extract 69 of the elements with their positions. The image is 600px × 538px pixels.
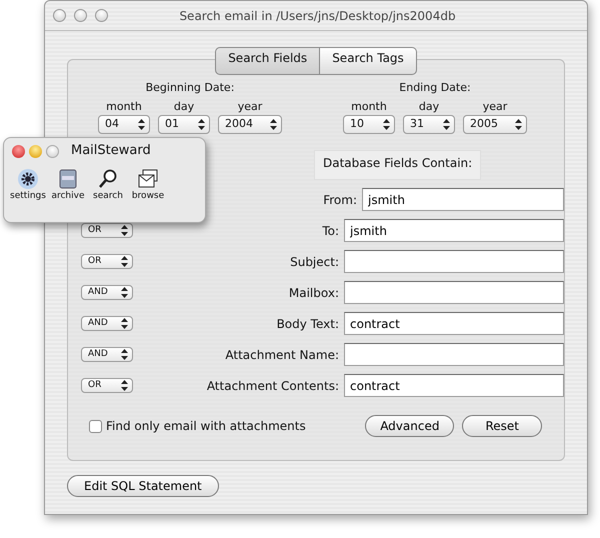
date-part-label: month (106, 98, 142, 114)
stepper-arrows-icon (270, 119, 277, 130)
window-control-button[interactable] (74, 9, 87, 22)
stepper-arrows-icon (121, 380, 128, 391)
date-group-label: Beginning Date: (146, 80, 234, 96)
operator-popup[interactable]: OR (81, 254, 133, 269)
tab[interactable]: Search Tags (320, 47, 417, 75)
close-button[interactable] (12, 144, 25, 158)
text-field[interactable]: contract (344, 312, 564, 335)
stepper[interactable]: 01 (158, 115, 210, 134)
text-field[interactable] (344, 250, 564, 273)
tab[interactable]: Search Fields (215, 47, 320, 75)
text-field[interactable] (344, 343, 564, 366)
stepper[interactable]: 04 (98, 115, 150, 134)
date-part-label: day (174, 98, 194, 114)
toolbar-button[interactable]: archive (48, 168, 88, 204)
checkbox[interactable] (89, 420, 102, 432)
stepper[interactable]: 2004 (218, 115, 282, 134)
date-part-label: day (418, 98, 440, 114)
reset-button[interactable]: Reset (462, 415, 542, 437)
advanced-button[interactable]: Advanced (365, 415, 454, 437)
stepper-arrows-icon (198, 119, 205, 130)
text-field[interactable]: jsmith (362, 188, 564, 211)
window-control-button[interactable] (95, 9, 108, 22)
field-label: Subject: (290, 254, 339, 268)
window-title: Search email in /Users/jns/Desktop/jns2004db (178, 8, 457, 24)
checkbox-label: Find only email with attachments (106, 418, 306, 435)
text-field[interactable] (344, 281, 564, 304)
toolbar-button[interactable]: settings (8, 168, 48, 204)
date-group-label: Ending Date: (399, 80, 471, 96)
date-part-label: year (238, 98, 262, 114)
section-heading: Database Fields Contain: (314, 150, 482, 180)
envelopes-icon (137, 168, 159, 190)
toolbar-button[interactable]: search (88, 168, 128, 204)
stepper-arrows-icon (121, 225, 128, 236)
text-field[interactable]: jsmith (344, 219, 564, 242)
text-field[interactable]: contract (344, 374, 564, 397)
stepper[interactable]: 2005 (463, 115, 527, 134)
operator-popup[interactable]: AND (81, 347, 133, 362)
search-icon (97, 168, 119, 190)
field-label: To: (322, 224, 339, 238)
window-control-button[interactable] (53, 9, 66, 22)
archive-box-icon (57, 168, 79, 190)
zoom-button[interactable] (46, 144, 59, 158)
operator-popup[interactable]: OR (81, 223, 133, 238)
stepper[interactable]: 31 (403, 115, 455, 134)
operator-popup[interactable]: OR (81, 378, 133, 393)
stepper[interactable]: 10 (343, 115, 395, 134)
stepper-arrows-icon (121, 349, 128, 360)
field-label: From: (323, 192, 357, 206)
toolbar-button[interactable]: browse (128, 168, 168, 204)
operator-popup[interactable]: AND (81, 285, 133, 300)
operator-popup[interactable]: AND (81, 316, 133, 331)
date-part-label: month (351, 98, 387, 114)
stepper-arrows-icon (383, 119, 390, 130)
field-label: Mailbox: (288, 286, 339, 300)
date-part-label: year (482, 98, 508, 114)
gear-icon (17, 168, 39, 190)
field-label: Attachment Name: (225, 348, 339, 362)
field-label: Attachment Contents: (206, 378, 339, 392)
stepper-arrows-icon (443, 119, 450, 130)
palette-title: MailSteward (71, 142, 151, 160)
field-label: Body Text: (276, 316, 339, 330)
stepper-arrows-icon (121, 287, 128, 298)
stepper-arrows-icon (138, 119, 145, 130)
edit-sql-button[interactable]: Edit SQL Statement (67, 475, 219, 497)
stepper-arrows-icon (515, 119, 522, 130)
stepper-arrows-icon (121, 256, 128, 267)
stepper-arrows-icon (121, 318, 128, 329)
